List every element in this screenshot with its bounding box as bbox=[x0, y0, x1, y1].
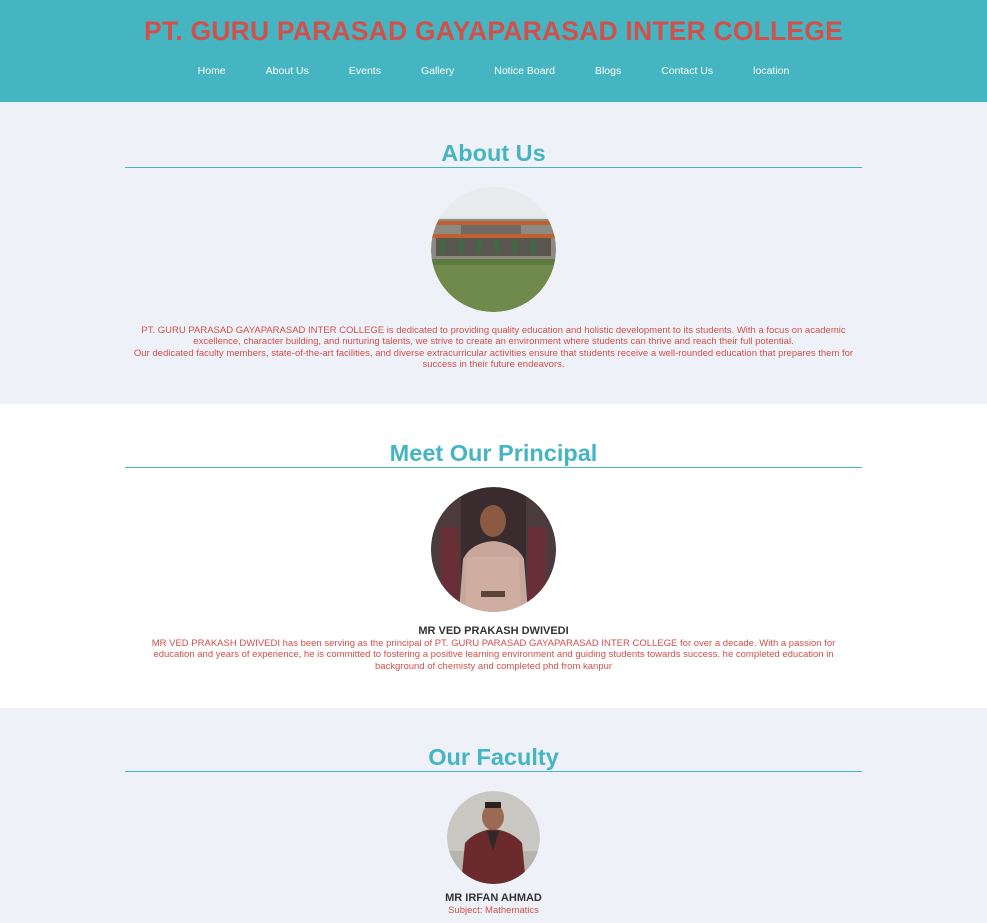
site-header: PT. GURU PARASAD GAYAPARASAD INTER COLLE… bbox=[0, 0, 987, 102]
about-divider bbox=[125, 167, 862, 168]
nav-gallery[interactable]: Gallery bbox=[421, 65, 454, 77]
nav-location[interactable]: location bbox=[753, 65, 789, 77]
nav-blogs[interactable]: Blogs bbox=[595, 65, 621, 77]
main-nav: Home About Us Events Gallery Notice Boar… bbox=[0, 65, 987, 77]
faculty-member-subject: Subject: Mathematics bbox=[448, 905, 539, 916]
college-building-photo bbox=[431, 187, 556, 312]
nav-notice-board[interactable]: Notice Board bbox=[494, 65, 555, 77]
principal-divider bbox=[125, 467, 862, 468]
faculty-divider bbox=[125, 771, 862, 772]
faculty-photo bbox=[447, 791, 540, 884]
principal-name: MR VED PRAKASH DWIVEDI bbox=[418, 625, 569, 637]
about-section: About Us PT. GURU PARASAD GAYAPARASAD IN… bbox=[0, 102, 987, 404]
principal-photo bbox=[431, 487, 556, 612]
site-title: PT. GURU PARASAD GAYAPARASAD INTER COLLE… bbox=[144, 16, 843, 46]
about-heading: About Us bbox=[441, 140, 546, 166]
nav-events[interactable]: Events bbox=[349, 65, 381, 77]
faculty-member-name: MR IRFAN AHMAD bbox=[445, 892, 542, 904]
nav-about-us[interactable]: About Us bbox=[266, 65, 309, 77]
principal-description: MR VED PRAKASH DWIVEDI has been serving … bbox=[151, 638, 836, 672]
about-paragraph-1: PT. GURU PARASAD GAYAPARASAD INTER COLLE… bbox=[141, 325, 846, 348]
faculty-section: Our Faculty MR IRFAN AHMAD Subject: Math… bbox=[0, 708, 987, 923]
faculty-heading: Our Faculty bbox=[428, 744, 559, 770]
principal-heading: Meet Our Principal bbox=[389, 440, 598, 466]
nav-contact-us[interactable]: Contact Us bbox=[661, 65, 713, 77]
about-paragraph-2: Our dedicated faculty members, state-of-… bbox=[133, 347, 854, 371]
nav-home[interactable]: Home bbox=[198, 65, 226, 77]
principal-section: Meet Our Principal MR VED PRAKASH DWIVED… bbox=[0, 404, 987, 708]
